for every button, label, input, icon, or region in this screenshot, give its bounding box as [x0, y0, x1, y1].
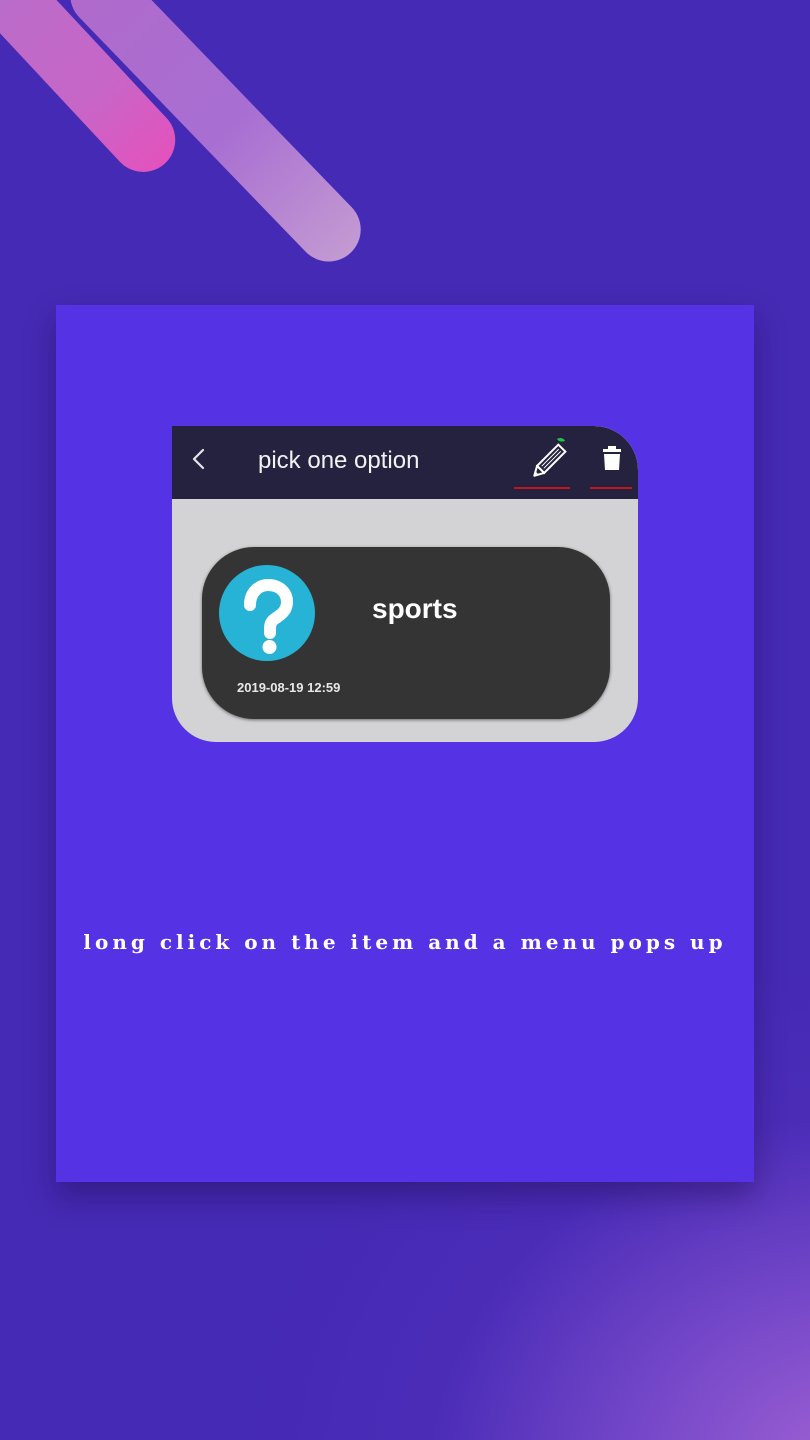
item-timestamp: 2019-08-19 12:59 — [237, 680, 341, 695]
delete-button[interactable] — [598, 444, 626, 482]
chevron-left-icon — [192, 448, 205, 470]
avatar — [219, 565, 315, 661]
phone-screenshot: pick one option sports 2019-08-19 12:59 — [172, 426, 638, 742]
feature-panel: pick one option sports 2019-08-19 12:59 … — [56, 305, 754, 1182]
edit-underline — [514, 487, 570, 489]
item-title: sports — [372, 593, 458, 624]
edit-button[interactable] — [524, 436, 570, 486]
back-button[interactable] — [186, 444, 212, 474]
trash-icon — [603, 446, 621, 470]
question-mark-icon — [244, 579, 293, 654]
feature-caption: long click on the item and a menu pops u… — [83, 930, 727, 954]
delete-underline — [590, 487, 632, 489]
list-item[interactable]: sports 2019-08-19 12:59 — [202, 547, 610, 719]
app-toolbar: pick one option — [172, 426, 638, 499]
pencil-icon — [533, 437, 567, 477]
toolbar-title: pick one option — [258, 447, 420, 474]
